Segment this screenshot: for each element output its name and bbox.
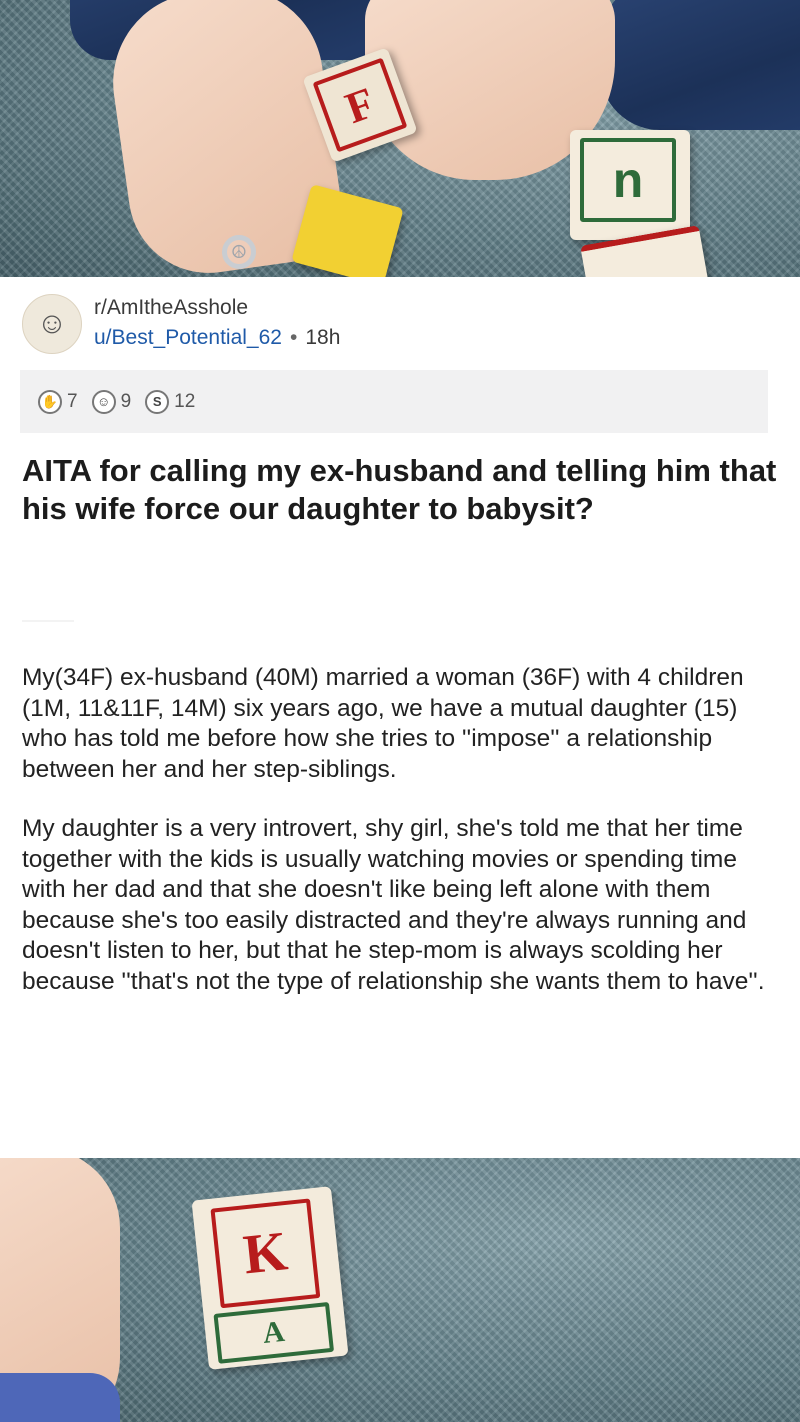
sleeve xyxy=(0,1373,120,1422)
award-count: 9 xyxy=(120,390,132,412)
jeans-leg xyxy=(600,0,800,130)
post-body: My(34F) ex-husband (40M) married a woman… xyxy=(22,663,782,1026)
yellow-block xyxy=(291,184,404,277)
block-letter: A xyxy=(213,1301,335,1364)
bottom-photo: K A xyxy=(0,1158,800,1422)
post-meta: u/Best_Potential_62 • 18h xyxy=(94,326,340,350)
post-header: ☺ r/AmItheAsshole u/Best_Potential_62 • 18… xyxy=(22,290,770,360)
wholesome-icon: ☺ xyxy=(91,389,116,414)
body-paragraph: My(34F) ex-husband (40M) married a woman… xyxy=(22,664,744,783)
snoo-icon: ☺ xyxy=(36,307,68,340)
divider xyxy=(22,620,74,622)
subreddit-name[interactable]: r/AmItheAsshole xyxy=(94,296,248,320)
block-letter: F xyxy=(312,57,408,153)
award-wholesome[interactable]: ☺ 9 xyxy=(91,389,132,414)
peace-ring-icon: ☮ xyxy=(222,235,256,269)
username-link[interactable]: u/Best_Potential_62 xyxy=(94,326,282,349)
award-silver[interactable]: S 12 xyxy=(145,389,196,414)
award-hands[interactable]: ✋ 7 xyxy=(38,389,78,414)
award-count: 7 xyxy=(67,390,78,412)
block-letter: n xyxy=(580,138,676,222)
award-count: 12 xyxy=(174,390,196,412)
post-age: 18h xyxy=(305,326,341,349)
top-photo: ☮ F n xyxy=(0,0,800,277)
letter-block: n xyxy=(570,130,690,240)
body-paragraph: My daughter is a very introvert, shy gir… xyxy=(22,815,765,995)
hands-icon: ✋ xyxy=(38,389,62,414)
block-letter: K xyxy=(210,1198,321,1309)
silver-icon: S xyxy=(145,389,170,414)
subreddit-avatar[interactable]: ☺ xyxy=(22,294,82,354)
awards-bar[interactable]: ✋ 7 ☺ 9 S 12 xyxy=(20,370,768,433)
letter-block: K A xyxy=(191,1186,349,1370)
post-title[interactable]: AITA for calling my ex-husband and telli… xyxy=(22,452,782,528)
separator-dot: • xyxy=(289,326,298,349)
